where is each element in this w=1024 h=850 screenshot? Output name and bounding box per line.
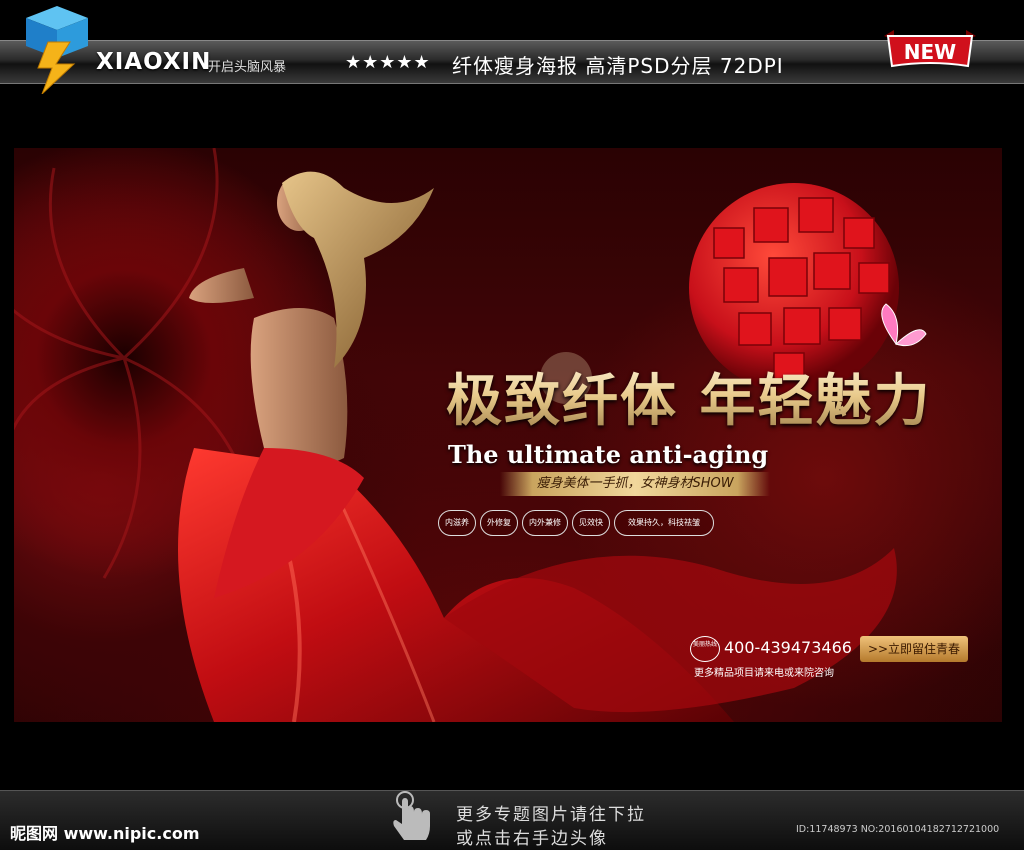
slogan-ribbon: 瘦身美体一手抓，女神身材SHOW <box>500 472 770 496</box>
hand-pointer-icon <box>393 791 430 840</box>
rating-stars: ★★★★★ <box>345 52 431 73</box>
butterfly-icon <box>881 303 927 347</box>
template-info: 纤体瘦身海报 高清PSD分层 72DPI <box>452 54 784 78</box>
hotline-number: 400-439473466 <box>724 638 852 657</box>
feature-badge: 内外兼修 <box>522 510 568 536</box>
feature-badge: 见效快 <box>572 510 610 536</box>
feature-badge: 外修复 <box>480 510 518 536</box>
headline-english: The ultimate anti-aging <box>448 440 769 469</box>
new-badge-label: NEW <box>904 40 956 64</box>
consult-note: 更多精品项目请来电或来院咨询 <box>694 668 834 679</box>
avatar-tip: 或点击右手边头像 <box>456 829 608 849</box>
new-badge: NEW <box>884 30 976 68</box>
image-id: ID:11748973 NO:20160104182712721000 <box>796 824 1000 835</box>
feature-badge: 内滋养 <box>438 510 476 536</box>
brand-tagline: 开启头脑风暴 <box>208 60 287 75</box>
feature-badges: 内滋养 外修复 内外兼修 见效快 效果持久，科技祛皱 <box>438 510 738 540</box>
scroll-tip: 更多专题图片请往下拉 <box>456 805 646 825</box>
hotline-tag: 美丽热线 <box>690 636 720 662</box>
poster-artwork: 极致纤体 年轻魅力 The ultimate anti-aging 瘦身美体一手… <box>14 148 1002 722</box>
brand-name: XIAOXIN <box>96 49 212 75</box>
cube-logo-icon <box>26 6 88 94</box>
feature-badge: 效果持久，科技祛皱 <box>614 510 714 536</box>
site-name[interactable]: 昵图网 www.nipic.com <box>10 820 200 844</box>
cta-button[interactable]: >>立即留住青春 <box>860 636 968 662</box>
headline-chinese: 极致纤体 年轻魅力 <box>446 356 932 437</box>
